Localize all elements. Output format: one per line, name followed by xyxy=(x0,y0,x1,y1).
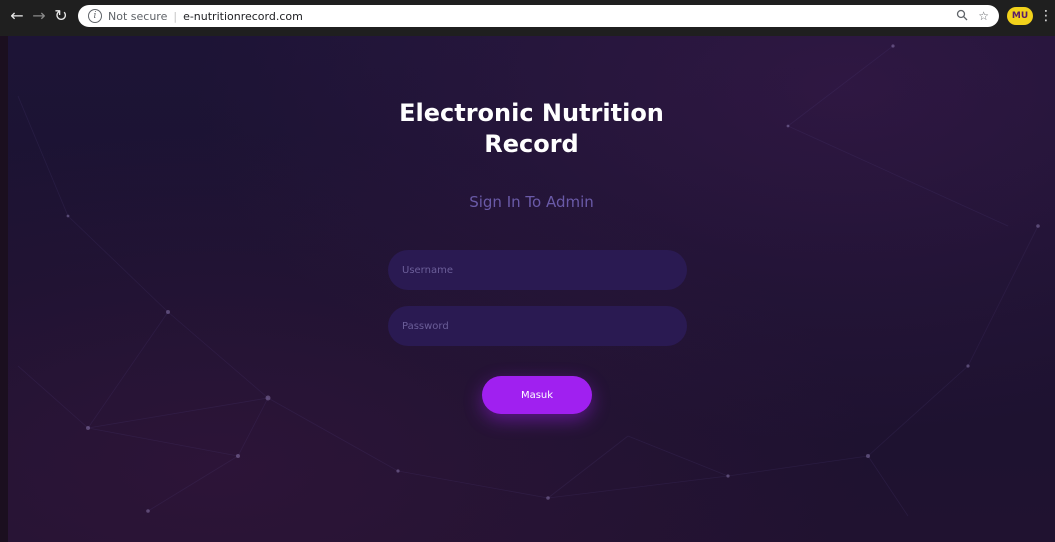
url-text[interactable]: e-nutritionrecord.com xyxy=(183,10,303,23)
security-label: Not secure xyxy=(108,9,168,23)
address-bar-actions: ☆ xyxy=(956,9,989,24)
kebab-menu-icon[interactable]: ⋮ xyxy=(1039,8,1053,24)
forward-button[interactable]: → xyxy=(28,5,50,27)
browser-chrome: ← → ↻ i Not secure | e-nutritionrecord.c… xyxy=(0,0,1055,37)
title-line-2: Record xyxy=(484,130,579,158)
login-page: Electronic Nutrition Record Sign In To A… xyxy=(8,36,1055,542)
window-edge xyxy=(0,36,8,542)
profile-avatar[interactable]: MU xyxy=(1007,7,1033,25)
browser-toolbar: ← → ↻ i Not secure | e-nutritionrecord.c… xyxy=(6,4,1053,28)
arrow-left-icon: ← xyxy=(10,6,24,25)
login-button[interactable]: Masuk xyxy=(482,376,592,414)
zoom-icon[interactable] xyxy=(956,9,968,24)
address-bar[interactable]: i Not secure | e-nutritionrecord.com ☆ xyxy=(78,5,999,27)
password-input[interactable] xyxy=(388,306,687,346)
url-separator: | xyxy=(173,9,178,23)
arrow-right-icon: → xyxy=(32,6,46,25)
username-input[interactable] xyxy=(388,250,687,290)
reload-button[interactable]: ↻ xyxy=(50,5,72,27)
info-icon[interactable]: i xyxy=(88,9,102,23)
title-line-1: Electronic Nutrition xyxy=(399,99,664,127)
page-title: Electronic Nutrition Record xyxy=(8,98,1055,160)
back-button[interactable]: ← xyxy=(6,5,28,27)
sign-in-subtitle: Sign In To Admin xyxy=(469,193,594,211)
reload-icon: ↻ xyxy=(54,6,68,25)
star-icon[interactable]: ☆ xyxy=(978,9,989,23)
